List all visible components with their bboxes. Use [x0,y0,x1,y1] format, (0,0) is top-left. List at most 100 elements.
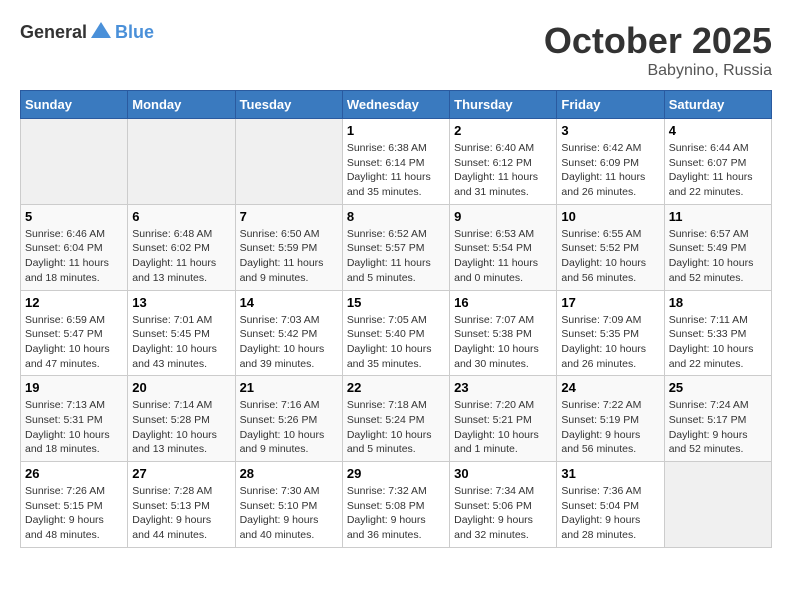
calendar-cell [664,462,771,548]
calendar-cell: 17 Sunrise: 7:09 AMSunset: 5:35 PMDaylig… [557,290,664,376]
day-number: 31 [561,466,659,481]
calendar-week-row: 12 Sunrise: 6:59 AMSunset: 5:47 PMDaylig… [21,290,772,376]
day-number: 3 [561,123,659,138]
calendar-week-row: 26 Sunrise: 7:26 AMSunset: 5:15 PMDaylig… [21,462,772,548]
day-info: Sunrise: 6:53 AMSunset: 5:54 PMDaylight:… [454,227,552,286]
day-number: 22 [347,380,445,395]
day-info: Sunrise: 6:42 AMSunset: 6:09 PMDaylight:… [561,141,659,200]
header-friday: Friday [557,91,664,119]
calendar-cell: 23 Sunrise: 7:20 AMSunset: 5:21 PMDaylig… [450,376,557,462]
day-number: 4 [669,123,767,138]
day-number: 11 [669,209,767,224]
day-number: 17 [561,295,659,310]
logo-blue: Blue [115,22,154,43]
calendar-cell: 12 Sunrise: 6:59 AMSunset: 5:47 PMDaylig… [21,290,128,376]
day-number: 9 [454,209,552,224]
day-number: 18 [669,295,767,310]
header-thursday: Thursday [450,91,557,119]
day-number: 7 [240,209,338,224]
logo: General Blue [20,20,154,44]
calendar-cell: 13 Sunrise: 7:01 AMSunset: 5:45 PMDaylig… [128,290,235,376]
day-number: 29 [347,466,445,481]
day-info: Sunrise: 7:32 AMSunset: 5:08 PMDaylight:… [347,484,445,543]
calendar-cell [21,119,128,205]
day-info: Sunrise: 6:55 AMSunset: 5:52 PMDaylight:… [561,227,659,286]
calendar-cell: 14 Sunrise: 7:03 AMSunset: 5:42 PMDaylig… [235,290,342,376]
day-info: Sunrise: 7:07 AMSunset: 5:38 PMDaylight:… [454,313,552,372]
day-number: 2 [454,123,552,138]
day-info: Sunrise: 7:20 AMSunset: 5:21 PMDaylight:… [454,398,552,457]
calendar-cell: 6 Sunrise: 6:48 AMSunset: 6:02 PMDayligh… [128,204,235,290]
day-number: 5 [25,209,123,224]
calendar-cell: 24 Sunrise: 7:22 AMSunset: 5:19 PMDaylig… [557,376,664,462]
day-info: Sunrise: 6:59 AMSunset: 5:47 PMDaylight:… [25,313,123,372]
day-info: Sunrise: 7:16 AMSunset: 5:26 PMDaylight:… [240,398,338,457]
day-number: 24 [561,380,659,395]
day-info: Sunrise: 7:34 AMSunset: 5:06 PMDaylight:… [454,484,552,543]
day-info: Sunrise: 7:24 AMSunset: 5:17 PMDaylight:… [669,398,767,457]
day-number: 26 [25,466,123,481]
calendar-cell [128,119,235,205]
calendar-cell: 5 Sunrise: 6:46 AMSunset: 6:04 PMDayligh… [21,204,128,290]
day-info: Sunrise: 7:03 AMSunset: 5:42 PMDaylight:… [240,313,338,372]
calendar-week-row: 19 Sunrise: 7:13 AMSunset: 5:31 PMDaylig… [21,376,772,462]
day-info: Sunrise: 6:46 AMSunset: 6:04 PMDaylight:… [25,227,123,286]
title-area: October 2025 Babynino, Russia [544,20,772,80]
day-info: Sunrise: 6:38 AMSunset: 6:14 PMDaylight:… [347,141,445,200]
calendar-cell: 4 Sunrise: 6:44 AMSunset: 6:07 PMDayligh… [664,119,771,205]
calendar-cell: 26 Sunrise: 7:26 AMSunset: 5:15 PMDaylig… [21,462,128,548]
logo-icon [89,20,113,44]
logo-general: General [20,22,87,43]
calendar-cell: 11 Sunrise: 6:57 AMSunset: 5:49 PMDaylig… [664,204,771,290]
header-wednesday: Wednesday [342,91,449,119]
day-number: 15 [347,295,445,310]
day-number: 8 [347,209,445,224]
day-number: 23 [454,380,552,395]
calendar-cell: 30 Sunrise: 7:34 AMSunset: 5:06 PMDaylig… [450,462,557,548]
calendar-cell: 8 Sunrise: 6:52 AMSunset: 5:57 PMDayligh… [342,204,449,290]
day-number: 21 [240,380,338,395]
calendar-cell: 3 Sunrise: 6:42 AMSunset: 6:09 PMDayligh… [557,119,664,205]
calendar-cell: 22 Sunrise: 7:18 AMSunset: 5:24 PMDaylig… [342,376,449,462]
day-number: 6 [132,209,230,224]
calendar-cell: 1 Sunrise: 6:38 AMSunset: 6:14 PMDayligh… [342,119,449,205]
calendar-cell: 2 Sunrise: 6:40 AMSunset: 6:12 PMDayligh… [450,119,557,205]
day-number: 28 [240,466,338,481]
day-info: Sunrise: 6:48 AMSunset: 6:02 PMDaylight:… [132,227,230,286]
calendar-table: SundayMondayTuesdayWednesdayThursdayFrid… [20,90,772,548]
calendar-cell: 20 Sunrise: 7:14 AMSunset: 5:28 PMDaylig… [128,376,235,462]
day-info: Sunrise: 7:18 AMSunset: 5:24 PMDaylight:… [347,398,445,457]
day-info: Sunrise: 6:52 AMSunset: 5:57 PMDaylight:… [347,227,445,286]
day-info: Sunrise: 6:50 AMSunset: 5:59 PMDaylight:… [240,227,338,286]
calendar-week-row: 5 Sunrise: 6:46 AMSunset: 6:04 PMDayligh… [21,204,772,290]
day-info: Sunrise: 7:05 AMSunset: 5:40 PMDaylight:… [347,313,445,372]
location-title: Babynino, Russia [544,62,772,80]
day-number: 10 [561,209,659,224]
day-number: 25 [669,380,767,395]
day-number: 14 [240,295,338,310]
calendar-cell: 28 Sunrise: 7:30 AMSunset: 5:10 PMDaylig… [235,462,342,548]
header-monday: Monday [128,91,235,119]
calendar-cell: 19 Sunrise: 7:13 AMSunset: 5:31 PMDaylig… [21,376,128,462]
day-info: Sunrise: 7:36 AMSunset: 5:04 PMDaylight:… [561,484,659,543]
day-info: Sunrise: 7:30 AMSunset: 5:10 PMDaylight:… [240,484,338,543]
day-info: Sunrise: 7:28 AMSunset: 5:13 PMDaylight:… [132,484,230,543]
day-info: Sunrise: 7:13 AMSunset: 5:31 PMDaylight:… [25,398,123,457]
day-info: Sunrise: 7:11 AMSunset: 5:33 PMDaylight:… [669,313,767,372]
day-number: 13 [132,295,230,310]
calendar-cell: 9 Sunrise: 6:53 AMSunset: 5:54 PMDayligh… [450,204,557,290]
calendar-cell: 7 Sunrise: 6:50 AMSunset: 5:59 PMDayligh… [235,204,342,290]
day-info: Sunrise: 6:57 AMSunset: 5:49 PMDaylight:… [669,227,767,286]
day-number: 20 [132,380,230,395]
day-number: 30 [454,466,552,481]
day-info: Sunrise: 6:44 AMSunset: 6:07 PMDaylight:… [669,141,767,200]
day-info: Sunrise: 7:22 AMSunset: 5:19 PMDaylight:… [561,398,659,457]
page-header: General Blue October 2025 Babynino, Russ… [20,20,772,80]
day-info: Sunrise: 7:01 AMSunset: 5:45 PMDaylight:… [132,313,230,372]
calendar-cell: 10 Sunrise: 6:55 AMSunset: 5:52 PMDaylig… [557,204,664,290]
calendar-cell: 16 Sunrise: 7:07 AMSunset: 5:38 PMDaylig… [450,290,557,376]
day-number: 16 [454,295,552,310]
calendar-cell [235,119,342,205]
calendar-week-row: 1 Sunrise: 6:38 AMSunset: 6:14 PMDayligh… [21,119,772,205]
calendar-cell: 21 Sunrise: 7:16 AMSunset: 5:26 PMDaylig… [235,376,342,462]
